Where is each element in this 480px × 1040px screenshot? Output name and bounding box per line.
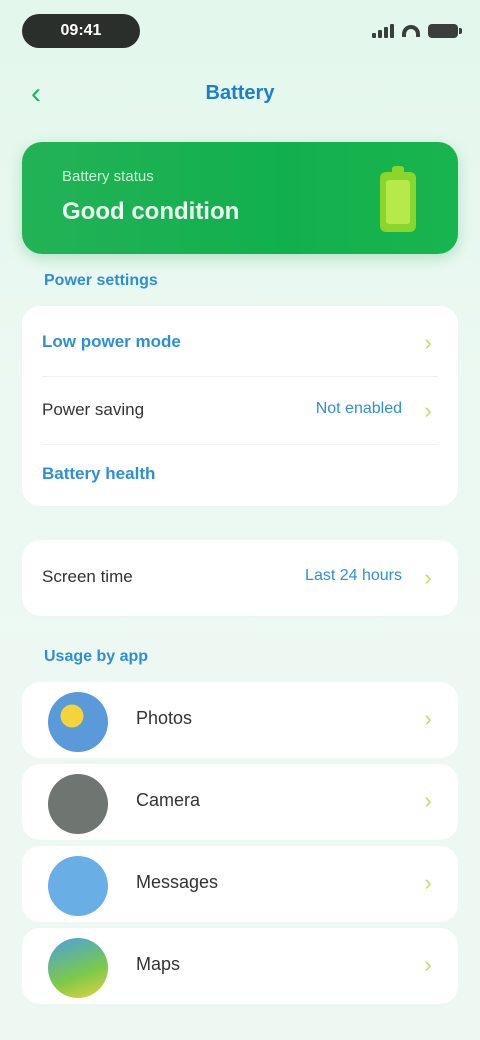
system-icons: [358, 20, 462, 42]
app-row[interactable]: Photos ›: [22, 682, 458, 758]
row-label: Screen time: [42, 567, 133, 586]
section-label-power: Power settings: [44, 272, 158, 289]
messages-app-icon: [48, 856, 108, 916]
page-title: Battery: [205, 82, 275, 104]
chevron-right-icon: ›: [424, 565, 432, 590]
status-bar: 09:41: [0, 0, 480, 64]
row-value: Last 24 hours: [305, 567, 402, 584]
app-name: Camera: [136, 790, 201, 810]
row-value: Not enabled: [315, 400, 402, 417]
app-row[interactable]: Messages ›: [22, 846, 458, 922]
status-time: 09:41: [22, 14, 140, 48]
signal-icon: [372, 24, 394, 38]
row-label: Low power mode: [42, 332, 181, 351]
row-label: Power saving: [42, 400, 145, 419]
app-row[interactable]: Camera ›: [22, 764, 458, 840]
chevron-right-icon: ›: [424, 788, 432, 813]
battery-status-card[interactable]: Battery status Good condition: [22, 142, 458, 254]
screen-time-card: Screen time Last 24 hours ›: [22, 540, 458, 616]
app-name: Maps: [136, 954, 181, 974]
nav-bar: ‹ Battery: [0, 70, 480, 118]
section-label-apps: Usage by app: [44, 648, 149, 665]
app-name: Photos: [136, 708, 193, 728]
chevron-right-icon: ›: [424, 870, 432, 895]
chevron-right-icon: ›: [424, 398, 432, 423]
battery-icon: [380, 166, 416, 232]
settings-row-low-power[interactable]: Low power mode ›: [22, 310, 458, 376]
photos-app-icon: [48, 692, 108, 752]
chevron-right-icon: ›: [424, 706, 432, 731]
chevron-right-icon: ›: [424, 952, 432, 977]
divider: [42, 376, 438, 377]
maps-app-icon: [48, 938, 108, 998]
settings-row-power-saving[interactable]: Power saving Not enabled ›: [22, 378, 458, 444]
power-settings-card: Low power mode › Power saving Not enable…: [22, 306, 458, 506]
app-row[interactable]: Maps ›: [22, 928, 458, 1004]
battery-status-caption: Battery status: [62, 168, 154, 185]
row-label: Battery health: [42, 464, 156, 483]
settings-row-battery-health[interactable]: Battery health: [22, 442, 458, 508]
battery-status-icon: [428, 24, 462, 38]
chevron-right-icon: ›: [424, 330, 432, 355]
wifi-icon: [402, 25, 420, 37]
settings-row-screen-time[interactable]: Screen time Last 24 hours ›: [22, 545, 458, 611]
camera-app-icon: [48, 774, 108, 834]
app-name: Messages: [136, 872, 219, 892]
battery-status-text: Good condition: [62, 198, 240, 225]
